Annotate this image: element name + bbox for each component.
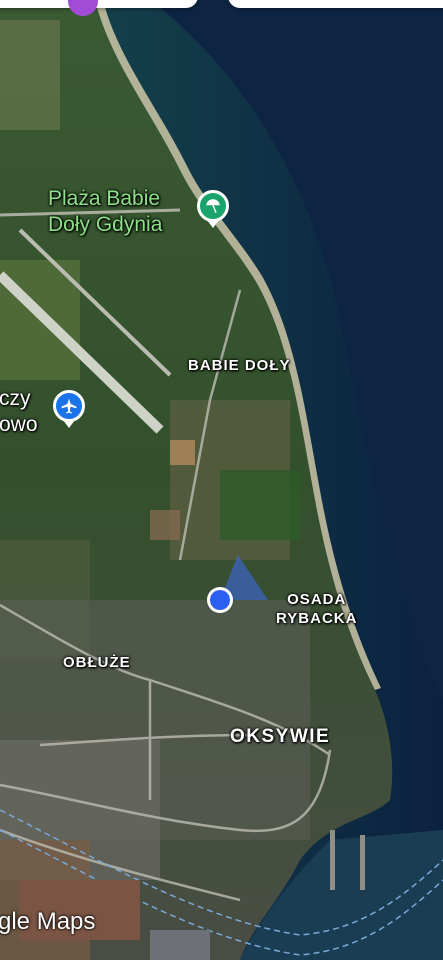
field [220, 470, 300, 540]
poi-airport-name-line2: owo [0, 413, 38, 436]
place-label-babie-doly[interactable]: BABIE DOŁY [188, 357, 291, 374]
place-label-osada-line2: RYBACKA [276, 610, 358, 627]
current-location-dot-inner [210, 590, 230, 610]
field [0, 20, 60, 130]
place-label-osada-line1: OSADA [287, 591, 347, 608]
top-search-chip[interactable] [228, 0, 443, 8]
poi-beach-name-line2: Doły Gdynia [48, 213, 163, 236]
poi-airport-name-line1: czy [0, 387, 31, 410]
field [170, 440, 195, 465]
field [150, 510, 180, 540]
airplane-icon[interactable] [53, 390, 85, 422]
place-label-oksywie[interactable]: OKSYWIE [230, 726, 330, 748]
place-label-obluze[interactable]: OBŁUŻE [63, 654, 131, 671]
top-search-chip[interactable] [0, 0, 198, 8]
poi-airport-name[interactable]: czy owo [0, 386, 38, 438]
poi-beach-name[interactable]: Plaża Babie Doły Gdynia [48, 186, 162, 238]
satellite-map[interactable] [0, 0, 443, 960]
beach-umbrella-icon[interactable] [197, 190, 229, 222]
google-maps-attribution: gle Maps [0, 908, 96, 935]
place-label-osada-rybacka[interactable]: OSADA RYBACKA [276, 590, 357, 628]
poi-beach-name-line1: Plaża Babie [48, 187, 161, 210]
